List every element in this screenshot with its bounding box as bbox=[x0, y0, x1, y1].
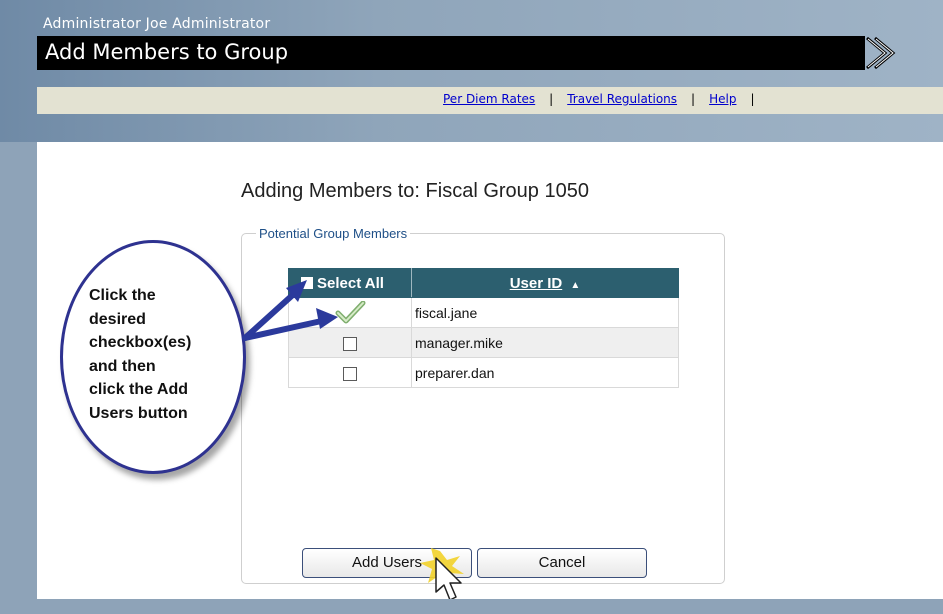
callout-arrows bbox=[242, 280, 338, 341]
footer-background bbox=[0, 599, 943, 614]
annotation-overlay bbox=[242, 280, 464, 601]
